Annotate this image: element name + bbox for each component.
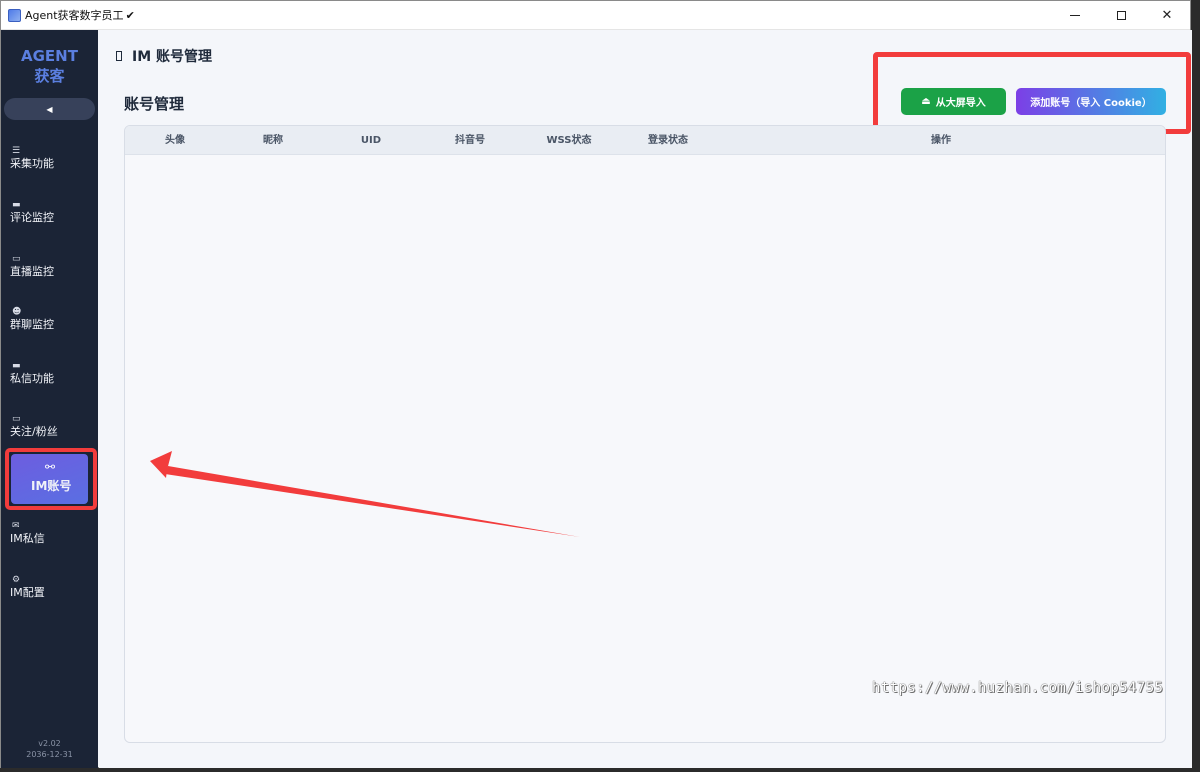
maximize-button[interactable] [1098,1,1144,30]
sidebar-item-label: 私信功能 [10,372,54,385]
monitor-icon: ▭ [12,414,21,424]
version-info: v2.02 2036-12-31 [1,738,98,760]
sidebar: AGENT 获客 ◀ ☰ 采集功能 ▬ 评论监控 ▭ 直播监控 ☻ 群聊监控 ▬… [1,30,98,768]
maximize-icon [1116,11,1126,20]
group-icon: ☻ [12,307,22,317]
chat-icon: ▬ [12,200,21,210]
main-content: IM 账号管理 账号管理 ⏏ 从大屏导入 添加账号（导入 Cookie） 头像 … [99,30,1192,768]
collapse-sidebar-button[interactable]: ◀ [4,98,95,120]
brand-line-1: AGENT [21,47,78,65]
sidebar-item-label: 评论监控 [10,211,54,224]
app-window: Agent获客数字员工 ✔ ✕ AGENT 获客 ◀ ☰ 采集功能 ▬ 评论监控… [0,0,1192,768]
sidebar-item-im-message[interactable]: ✉ IM私信 [1,521,98,573]
column-header-login-status: 登录状态 [648,135,688,146]
chevron-left-icon: ◀ [46,104,53,114]
column-header-douyin-id: 抖音号 [455,135,485,146]
sidebar-item-label: 关注/粉丝 [10,425,58,438]
column-header-wss-status: WSS状态 [546,135,592,146]
page-title: IM 账号管理 [132,49,213,65]
mail-icon: ▬ [12,361,21,371]
sidebar-item-collect[interactable]: ☰ 采集功能 [1,146,98,198]
expiry-date: 2036-12-31 [26,750,73,759]
minimize-button[interactable] [1052,1,1098,30]
list-icon: ☰ [12,146,21,156]
minimize-icon [1070,15,1080,16]
table-header: 头像 昵称 UID 抖音号 WSS状态 登录状态 操作 [125,126,1165,155]
sidebar-item-label: IM私信 [10,532,45,545]
sidebar-item-label: IM配置 [10,586,45,599]
tv-icon: ▭ [12,254,21,264]
title-bar[interactable]: Agent获客数字员工 ✔ ✕ [1,1,1190,30]
column-header-uid: UID [360,135,382,146]
watermark: https://www.huzhan.com/ishop54755 [872,680,1164,696]
sidebar-item-group-monitor[interactable]: ☻ 群聊监控 [1,307,98,359]
gear-icon: ⚙ [12,575,21,585]
brand-logo: AGENT 获客 [1,46,98,86]
sidebar-item-im-config[interactable]: ⚙ IM配置 [1,575,98,627]
close-button[interactable]: ✕ [1144,1,1190,30]
column-header-avatar: 头像 [165,135,185,146]
app-icon [8,8,21,22]
window-controls: ✕ [1052,1,1190,30]
accounts-table: 头像 昵称 UID 抖音号 WSS状态 登录状态 操作 [124,125,1166,743]
sidebar-item-comment-monitor[interactable]: ▬ 评论监控 [1,200,98,252]
sidebar-item-label: 群聊监控 [10,318,54,331]
column-header-actions: 操作 [931,135,951,146]
sidebar-item-label: 直播监控 [10,265,54,278]
page-header: IM 账号管理 [116,46,212,66]
annotation-box-sidebar [5,448,97,510]
close-icon: ✕ [1161,8,1173,23]
envelope-icon: ✉ [12,521,20,531]
sidebar-item-live-monitor[interactable]: ▭ 直播监控 [1,254,98,306]
brand-line-2: 获客 [34,67,65,85]
version-number: v2.02 [38,739,61,748]
column-header-nickname: 昵称 [263,135,283,146]
page-icon [116,51,122,61]
sidebar-item-label: 采集功能 [10,157,54,170]
section-title: 账号管理 [124,95,185,113]
annotation-box-buttons [873,52,1191,134]
window-title: Agent获客数字员工 [25,9,124,22]
check-icon: ✔ [125,8,135,22]
sidebar-item-private-message[interactable]: ▬ 私信功能 [1,361,98,413]
